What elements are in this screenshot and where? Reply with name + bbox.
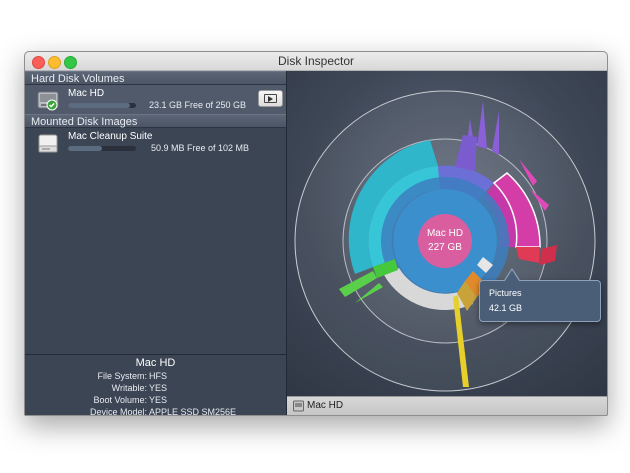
info-value: HFS xyxy=(149,371,167,381)
tooltip-size: 42.1 GB xyxy=(489,303,523,313)
info-value: YES xyxy=(149,395,168,405)
volume-usage-bar xyxy=(68,103,136,108)
volume-row-mac-hd[interactable]: Mac HD 23.1 GB Free of 250 GB xyxy=(25,85,286,114)
volume-usage-fill xyxy=(68,103,130,108)
volume-info-panel: Mac HD File System: HFS Writable: YES Bo… xyxy=(25,354,286,416)
info-label: File System: xyxy=(97,371,147,381)
disk-usage-chart[interactable]: Mac HD 227 GB xyxy=(287,71,607,396)
info-row-file-system: File System: HFS xyxy=(25,371,286,382)
info-row-device-model: Device Model: APPLE SSD SM256E xyxy=(25,407,286,416)
info-value: APPLE SSD SM256E xyxy=(149,407,237,416)
title-bar: Disk Inspector xyxy=(25,52,607,71)
info-row-writable: Writable: YES xyxy=(25,383,286,394)
center-size: 227 GB xyxy=(428,242,462,253)
disk-image-icon xyxy=(38,134,58,153)
disk-inspector-window: Disk Inspector Hard Disk Volumes Mac HD … xyxy=(24,51,608,416)
volume-free-text: 50.9 MB Free of 102 MB xyxy=(151,143,250,153)
mounted-disk-images-header: Mounted Disk Images xyxy=(25,114,286,128)
center-disc[interactable] xyxy=(418,214,472,268)
info-title: Mac HD xyxy=(135,357,176,369)
play-icon xyxy=(268,96,273,102)
hard-disk-icon xyxy=(293,400,304,412)
info-row-boot-volume: Boot Volume: YES xyxy=(25,395,286,406)
volume-name: Mac Cleanup Suite xyxy=(68,131,153,142)
play-button[interactable] xyxy=(258,90,283,107)
volume-row-mac-cleanup-suite[interactable]: Mac Cleanup Suite 50.9 MB Free of 102 MB xyxy=(25,128,286,157)
info-label: Device Model: xyxy=(89,407,147,416)
volume-name: Mac HD xyxy=(68,88,105,99)
tooltip-name: Pictures xyxy=(489,288,522,298)
segment-tooltip: Pictures 42.1 GB xyxy=(479,280,601,322)
volume-usage-bar xyxy=(68,146,136,151)
window-title: Disk Inspector xyxy=(277,54,355,68)
volume-free-text: 23.1 GB Free of 250 GB xyxy=(149,100,247,110)
tooltip-arrow-inner xyxy=(505,270,519,281)
sunburst-chart[interactable]: Mac HD 227 GB xyxy=(287,71,607,396)
status-path-label: Mac HD xyxy=(307,400,344,411)
volume-usage-fill xyxy=(68,146,102,151)
info-label: Writable: xyxy=(111,383,147,393)
info-label: Boot Volume: xyxy=(93,395,147,405)
info-value: YES xyxy=(149,383,168,393)
hard-disk-icon xyxy=(37,91,59,111)
sidebar: Hard Disk Volumes Mac HD 23.1 GB Free of… xyxy=(25,71,287,415)
status-bar: Mac HD xyxy=(287,396,607,415)
center-name: Mac HD xyxy=(427,228,463,239)
hard-disk-volumes-header: Hard Disk Volumes xyxy=(25,71,286,85)
